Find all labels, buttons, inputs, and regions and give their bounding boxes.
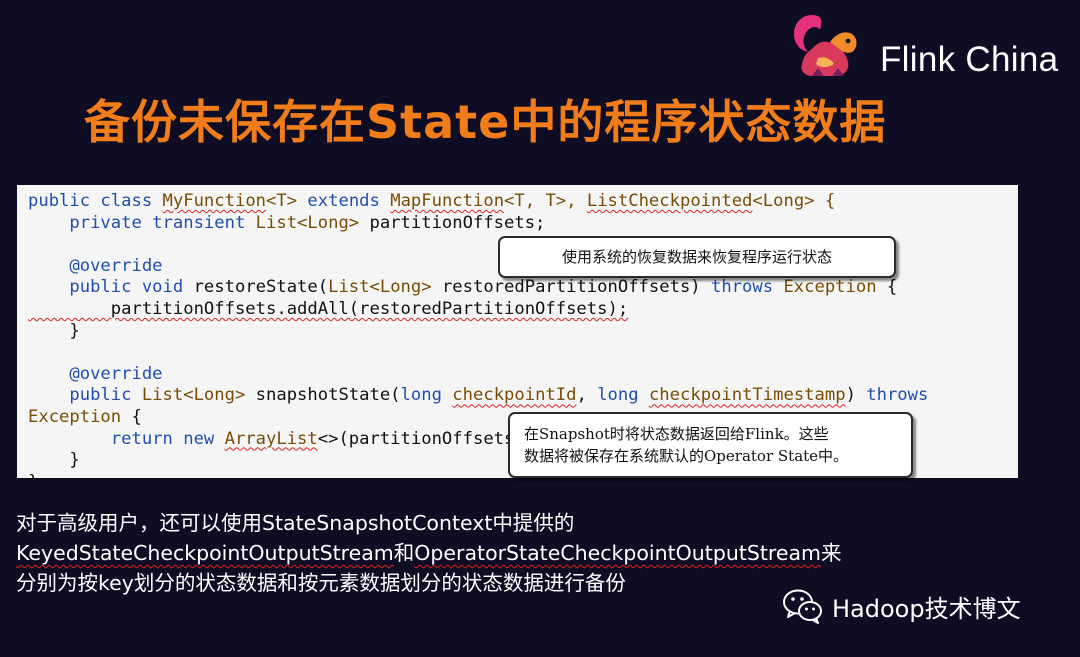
wechat-icon (783, 589, 822, 624)
watermark-text: Hadoop技术博文 (832, 594, 1021, 623)
code-token: List<Long> (255, 212, 360, 233)
code-token: , (576, 385, 598, 406)
code-line-4: @override (28, 255, 163, 276)
code-token: public (28, 385, 142, 406)
slide-title: 备份未保存在State中的程序状态数据 (84, 95, 887, 149)
code-token: long (597, 385, 639, 406)
brand-name: Flink China (880, 40, 1059, 79)
code-token: throws (866, 385, 929, 406)
code-line-11: Exception { (28, 407, 142, 427)
keyed-stream-name: KeyedStateCheckpointOutputStream (16, 541, 394, 565)
code-line-5: public void restoreState(List<Long> rest… (28, 277, 897, 297)
code-token: <>(partitionOffsets); (317, 428, 536, 449)
code-token: MyFunction (162, 191, 267, 211)
code-token: ListCheckpointed (586, 191, 753, 211)
watermark: Hadoop技术博文 (782, 586, 1021, 626)
code-token: ArrayList (224, 428, 318, 449)
code-token: <T> (266, 191, 308, 211)
code-line-7: } (28, 320, 80, 341)
code-line-9: @override (28, 363, 163, 384)
code-line-1: public class MyFunction<T> extends MapFu… (28, 191, 835, 211)
snapshot-callout-line-1: 在Snapshot时将状态数据返回给Flink。这些 (524, 425, 829, 443)
squirrel-logo-icon (794, 14, 857, 76)
code-token: extends (307, 191, 391, 211)
code-token: long (400, 385, 442, 406)
code-token: Exception (783, 277, 877, 298)
code-line-14: } (28, 472, 38, 478)
code-token: return new (28, 428, 225, 449)
body-line-2: KeyedStateCheckpointOutputStream和Operato… (16, 538, 1066, 568)
code-token: <T, T>, (504, 191, 587, 211)
code-token: checkpointTimestamp (648, 385, 846, 406)
body-conjunction: 和 (393, 541, 415, 565)
code-line-12: return new ArrayList<>(partitionOffsets)… (28, 429, 535, 449)
code-token: MapFunction (390, 191, 505, 211)
code-token: Exception (28, 406, 122, 427)
operator-stream-name: OperatorStateCheckpointOutputStream (414, 541, 822, 565)
code-token: List<Long> (328, 277, 432, 298)
code-token: { (876, 277, 898, 298)
code-token: partitionOffsets; (359, 212, 546, 233)
code-token: private transient (28, 212, 256, 233)
code-token: checkpointId (452, 385, 577, 406)
code-token: throws (710, 277, 774, 298)
code-line-13: } (28, 450, 80, 471)
body-line-1: 对于高级用户，还可以使用StateSnapshotContext中提供的 (16, 511, 575, 535)
code-line-6: partitionOffsets.addAll(restoredPartitio… (28, 298, 629, 319)
code-token: List<Long> (141, 385, 246, 406)
body-text: 对于高级用户，还可以使用StateSnapshotContext中提供的 Key… (16, 508, 1066, 598)
code-token: <Long> { (752, 191, 836, 211)
code-token: public class (28, 191, 163, 211)
code-token: snapshotState( (245, 385, 401, 406)
snapshot-callout: 在Snapshot时将状态数据返回给Flink。这些 数据将被保存在系统默认的O… (508, 412, 913, 478)
restore-callout: 使用系统的恢复数据来恢复程序运行状态 (498, 236, 896, 278)
code-token: ) (845, 385, 867, 406)
snapshot-callout-line-2: 数据将被保存在系统默认的Operator State中。 (524, 447, 849, 465)
code-token: restoreState( (193, 277, 329, 298)
code-token: public void (28, 277, 194, 298)
body-suffix: 来 (821, 541, 842, 565)
code-token: { (121, 406, 142, 427)
code-line-10: public List<Long> snapshotState(long che… (28, 385, 928, 405)
code-line-2: private transient List<Long> partitionOf… (28, 213, 545, 233)
code-token: restoredPartitionOffsets) (431, 277, 711, 298)
